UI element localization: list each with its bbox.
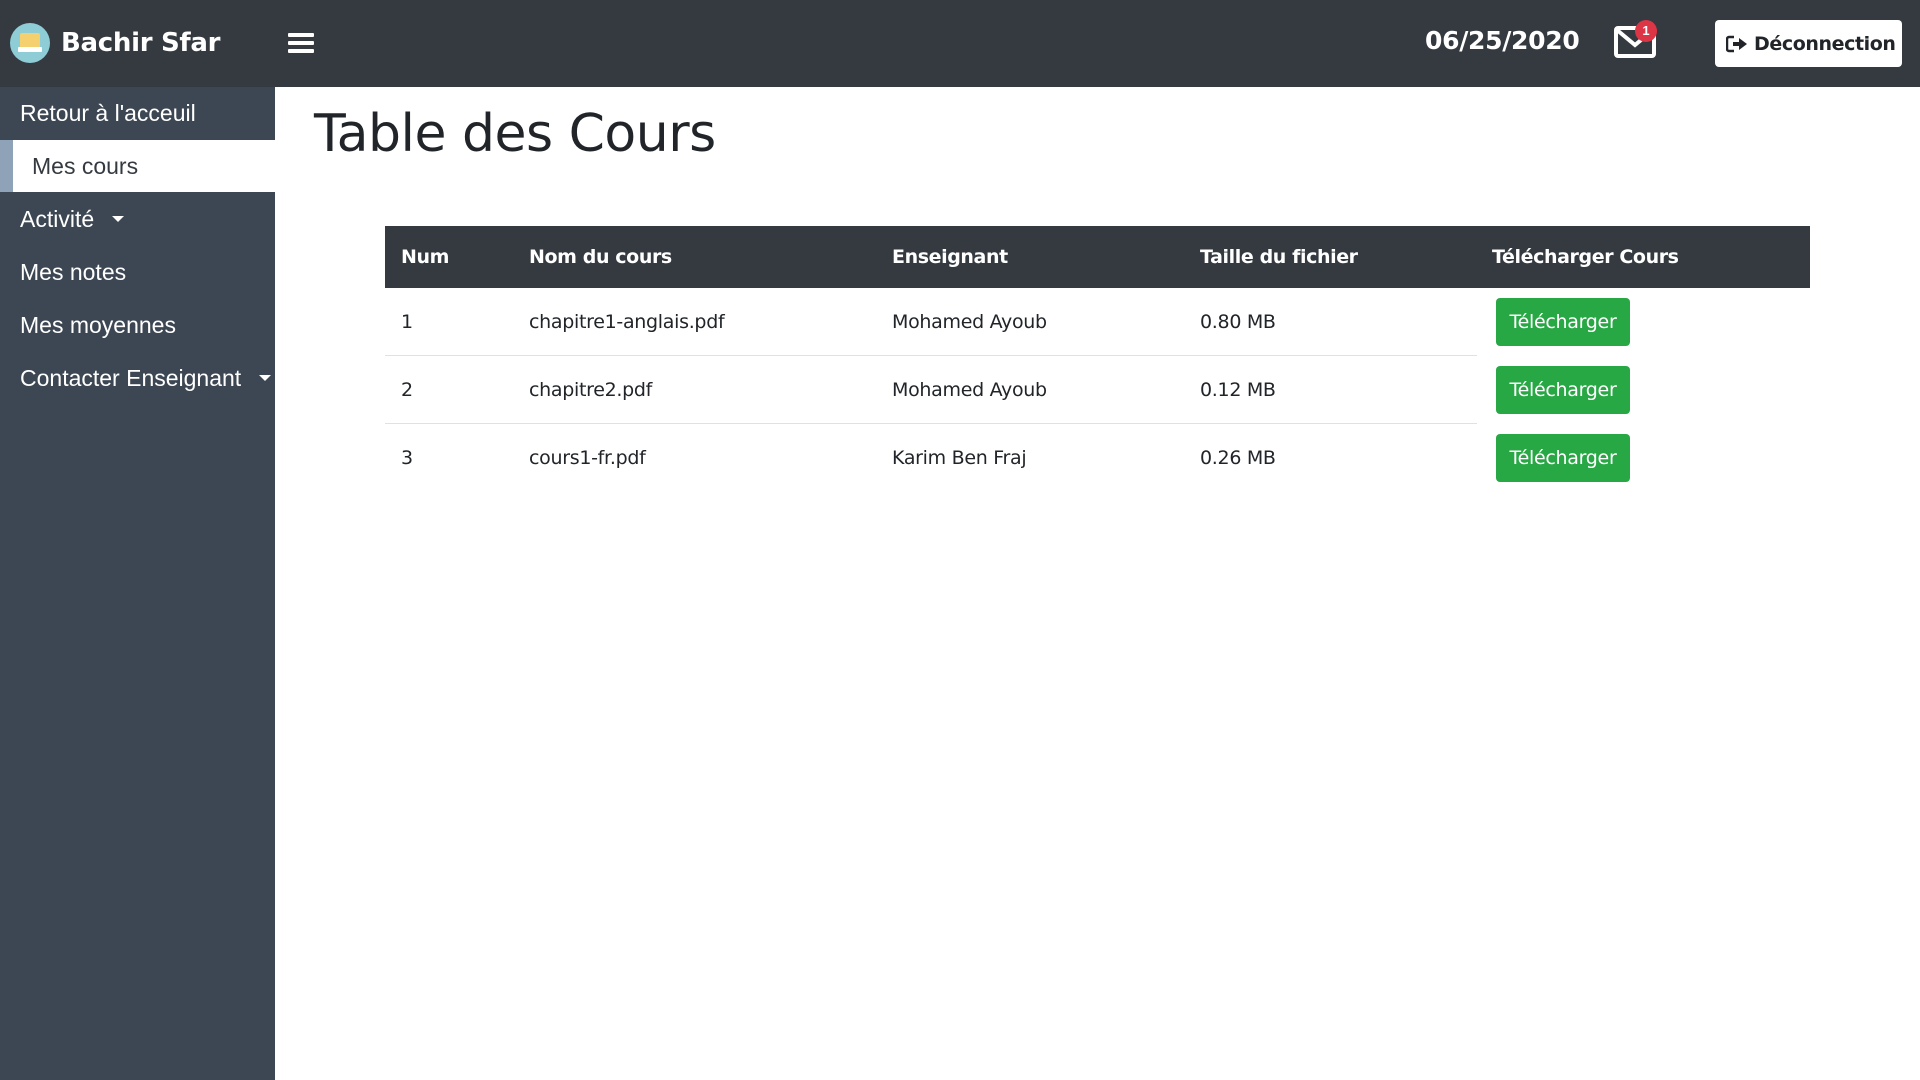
cell-course-name: chapitre2.pdf bbox=[529, 379, 653, 401]
caret-down-icon bbox=[112, 216, 125, 222]
sidebar-item-label: Retour à l'acceuil bbox=[20, 99, 196, 126]
cell-num: 1 bbox=[401, 311, 413, 333]
cell-teacher: Karim Ben Fraj bbox=[892, 447, 1027, 469]
avatar bbox=[10, 23, 50, 63]
cell-teacher: Mohamed Ayoub bbox=[892, 311, 1047, 333]
sidebar-item-label: Mes cours bbox=[32, 152, 139, 179]
hamburger-menu-icon[interactable] bbox=[288, 31, 314, 55]
table-row: 2 chapitre2.pdf Mohamed Ayoub 0.12 MB Té… bbox=[385, 356, 1810, 424]
top-navbar: Bachir Sfar 06/25/2020 1 Déconnection bbox=[0, 0, 1920, 87]
logout-icon bbox=[1726, 35, 1747, 52]
sidebar-item-label: Mes notes bbox=[20, 258, 127, 285]
logout-label: Déconnection bbox=[1754, 32, 1896, 55]
sidebar-item-mes-moyennes[interactable]: Mes moyennes bbox=[0, 299, 275, 351]
logout-button[interactable]: Déconnection bbox=[1715, 20, 1902, 67]
column-header-num: Num bbox=[401, 246, 450, 268]
column-header-enseignant: Enseignant bbox=[892, 246, 1008, 268]
cell-file-size: 0.80 MB bbox=[1200, 311, 1276, 333]
cell-file-size: 0.26 MB bbox=[1200, 447, 1276, 469]
table-row: 3 cours1-fr.pdf Karim Ben Fraj 0.26 MB T… bbox=[385, 424, 1810, 492]
sidebar-item-contacter-enseignant[interactable]: Contacter Enseignant bbox=[0, 352, 275, 404]
sidebar-item-activite[interactable]: Activité bbox=[0, 193, 275, 245]
column-header-telecharger: Télécharger Cours bbox=[1492, 246, 1679, 268]
download-button[interactable]: Télécharger bbox=[1496, 298, 1630, 346]
cell-num: 2 bbox=[401, 379, 413, 401]
sidebar-item-mes-cours[interactable]: Mes cours bbox=[0, 140, 275, 192]
sidebar-item-label: Mes moyennes bbox=[20, 311, 176, 338]
sidebar-item-accueil[interactable]: Retour à l'acceuil bbox=[0, 87, 275, 139]
sidebar: Retour à l'acceuil Mes cours Activité Me… bbox=[0, 87, 275, 1080]
notification-badge: 1 bbox=[1635, 20, 1657, 42]
cell-file-size: 0.12 MB bbox=[1200, 379, 1276, 401]
cell-course-name: cours1-fr.pdf bbox=[529, 447, 646, 469]
caret-down-icon bbox=[259, 375, 272, 381]
cell-course-name: chapitre1-anglais.pdf bbox=[529, 311, 725, 333]
page-title: Table des Cours bbox=[314, 104, 716, 164]
sidebar-item-label: Activité bbox=[20, 205, 95, 232]
column-header-nom: Nom du cours bbox=[529, 246, 672, 268]
cell-teacher: Mohamed Ayoub bbox=[892, 379, 1047, 401]
download-button[interactable]: Télécharger bbox=[1496, 366, 1630, 414]
table-header: Num Nom du cours Enseignant Taille du fi… bbox=[385, 226, 1810, 288]
sidebar-item-mes-notes[interactable]: Mes notes bbox=[0, 246, 275, 298]
cell-num: 3 bbox=[401, 447, 413, 469]
sidebar-item-label: Contacter Enseignant bbox=[20, 364, 242, 391]
user-name: Bachir Sfar bbox=[61, 28, 221, 58]
brand[interactable]: Bachir Sfar bbox=[10, 23, 220, 63]
download-button[interactable]: Télécharger bbox=[1496, 434, 1630, 482]
column-header-taille: Taille du fichier bbox=[1200, 246, 1358, 268]
current-date: 06/25/2020 bbox=[1425, 26, 1580, 55]
courses-table: Num Nom du cours Enseignant Taille du fi… bbox=[385, 226, 1810, 492]
table-row: 1 chapitre1-anglais.pdf Mohamed Ayoub 0.… bbox=[385, 288, 1810, 356]
